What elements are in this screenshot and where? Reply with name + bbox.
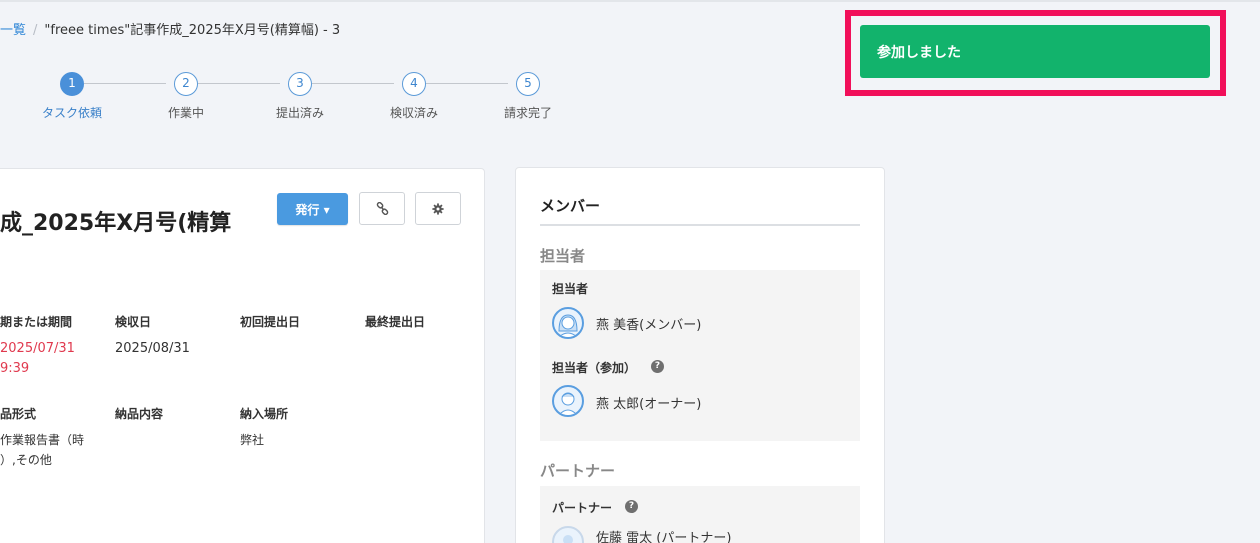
- step-submitted: 3 提出済み: [258, 72, 342, 121]
- help-icon[interactable]: ?: [625, 500, 638, 513]
- top-border: [0, 0, 1260, 2]
- breadcrumb-parent-link[interactable]: 一覧: [0, 23, 26, 38]
- delivery-place-value: 弊社: [240, 433, 265, 447]
- inspection-date-label: 検収日: [115, 315, 152, 329]
- delivery-content-label: 納品内容: [115, 407, 164, 421]
- step-label: 請求完了: [503, 106, 552, 120]
- avatar[interactable]: [552, 385, 584, 417]
- delivery-place-label: 納入場所: [240, 407, 289, 421]
- participant-label: 担当者（参加）: [552, 361, 637, 375]
- avatar-female-icon: [558, 314, 578, 337]
- partner-heading: パートナー: [540, 462, 616, 480]
- task-title: 成_2025年X月号(精算: [0, 211, 232, 236]
- copy-link-button[interactable]: [359, 192, 405, 225]
- step-number: 5: [516, 72, 540, 96]
- assignee-label: 担当者: [552, 282, 589, 296]
- delivery-format-value-line1: 作業報告書（時: [0, 433, 85, 447]
- avatar-partner-icon: [563, 535, 573, 543]
- help-icon[interactable]: ?: [651, 360, 664, 373]
- first-submit-label: 初回提出日: [240, 315, 301, 329]
- step-label: 作業中: [167, 106, 204, 120]
- step-number: 1: [60, 72, 84, 96]
- members-title: メンバー: [540, 197, 601, 215]
- step-label: 提出済み: [275, 106, 324, 120]
- deadline-label: 期または期間: [0, 315, 73, 329]
- settings-button[interactable]: [415, 192, 461, 225]
- avatar[interactable]: [552, 307, 584, 339]
- breadcrumb-current: "freee times"記事作成_2025年X月号(精算幅) - 3: [44, 23, 341, 38]
- breadcrumb: 一覧 / "freee times"記事作成_2025年X月号(精算幅) - 3: [0, 19, 340, 38]
- step-label: 検収済み: [389, 106, 438, 120]
- step-number: 3: [288, 72, 312, 96]
- step-label: タスク依頼: [41, 106, 102, 120]
- step-number: 2: [174, 72, 198, 96]
- avatar-male-icon: [558, 392, 578, 415]
- deadline-value-line1: 2025/07/31: [0, 341, 75, 356]
- step-in-progress: 2 作業中: [144, 72, 228, 121]
- partner-name: 佐藤 雷太 (パートナー): [596, 531, 732, 543]
- joined-button[interactable]: 参加しました: [860, 25, 1210, 78]
- participant-name: 燕 太郎(オーナー): [596, 397, 702, 412]
- issue-dropdown-button[interactable]: 発行 ▾: [277, 193, 348, 225]
- step-invoice-complete: 5 請求完了: [486, 72, 570, 121]
- delivery-format-value-line2: ）,その他: [0, 453, 52, 467]
- progress-stepper: 1 タスク依頼 2 作業中 3 提出済み 4 検収済み 5 請求完了: [30, 72, 590, 122]
- deadline-value-line2: 9:39: [0, 361, 30, 376]
- gear-icon: [432, 202, 444, 215]
- assignee-name: 燕 美香(メンバー): [596, 318, 702, 333]
- step-task-request: 1 タスク依頼: [30, 72, 114, 121]
- breadcrumb-separator: /: [33, 23, 38, 38]
- members-divider: [540, 224, 860, 226]
- last-submit-label: 最終提出日: [365, 315, 426, 329]
- assignee-heading: 担当者: [540, 247, 586, 265]
- inspection-date-value: 2025/08/31: [115, 341, 190, 356]
- link-icon: [376, 201, 388, 216]
- step-inspected: 4 検収済み: [372, 72, 456, 121]
- partner-label: パートナー: [552, 501, 613, 515]
- step-number: 4: [402, 72, 426, 96]
- delivery-format-label: 品形式: [0, 407, 37, 421]
